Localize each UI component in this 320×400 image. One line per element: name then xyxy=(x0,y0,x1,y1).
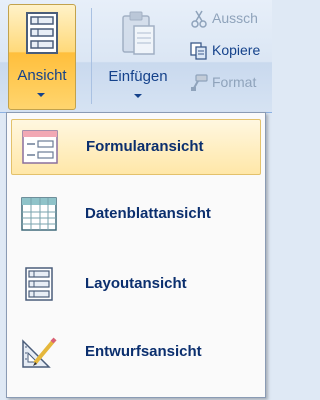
menu-item-design-view[interactable]: Entwurfsansicht xyxy=(11,325,261,381)
format-painter-label: Format xyxy=(212,74,257,90)
menu-item-datasheet-view[interactable]: Datenblattansicht xyxy=(11,187,261,243)
form-view-icon xyxy=(22,130,58,164)
view-dropdown-menu: Formularansicht Datenblattansicht Layout… xyxy=(6,112,266,398)
clipboard-icon xyxy=(122,11,155,55)
paste-button-label: Einfügen xyxy=(108,68,168,85)
menu-item-label: Datenblattansicht xyxy=(85,205,211,222)
menu-item-layout-view[interactable]: Layoutansicht xyxy=(11,257,261,313)
layout-view-icon xyxy=(26,12,58,54)
ribbon-separator xyxy=(91,8,92,104)
copy-label: Kopiere xyxy=(212,42,261,58)
format-painter-button[interactable]: Format xyxy=(186,72,272,94)
scissors-icon xyxy=(191,10,207,28)
format-painter-icon xyxy=(191,74,208,91)
chevron-down-icon xyxy=(134,94,142,98)
cut-label: Aussch xyxy=(212,10,258,26)
menu-item-label: Layoutansicht xyxy=(85,275,187,292)
menu-item-form-view[interactable]: Formularansicht xyxy=(11,119,261,175)
ribbon: Ansicht Einfügen Aussch Kopiere Format xyxy=(0,0,272,113)
chevron-down-icon xyxy=(37,93,45,97)
design-view-icon xyxy=(22,337,57,368)
datasheet-view-icon xyxy=(21,197,57,231)
paste-button[interactable]: Einfügen xyxy=(96,4,180,110)
layout-view-icon xyxy=(25,267,53,301)
view-button[interactable]: Ansicht xyxy=(8,4,76,110)
copy-icon xyxy=(190,42,207,60)
copy-button[interactable]: Kopiere xyxy=(186,40,272,62)
cut-button[interactable]: Aussch xyxy=(186,8,272,30)
view-button-label: Ansicht xyxy=(17,67,67,84)
menu-item-label: Entwurfsansicht xyxy=(85,343,202,360)
menu-item-label: Formularansicht xyxy=(86,138,204,155)
